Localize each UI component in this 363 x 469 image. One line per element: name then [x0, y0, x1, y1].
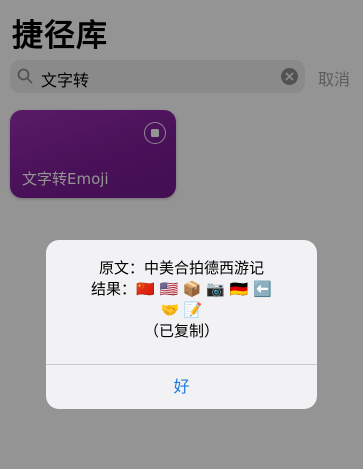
alert-result-text: 结果：🇨🇳 🇺🇸 📦 📷 🇩🇪 ⬅️	[91, 280, 272, 298]
alert-dialog: 原文：中美合拍德西游记 结果：🇨🇳 🇺🇸 📦 📷 🇩🇪 ⬅️ 🤝 📝 （已复制）…	[46, 240, 317, 409]
ok-button[interactable]: 好	[46, 365, 317, 409]
alert-message: 原文：中美合拍德西游记 结果：🇨🇳 🇺🇸 📦 📷 🇩🇪 ⬅️ 🤝 📝 （已复制）	[46, 258, 317, 342]
alert-result-text-continued: 🤝 📝	[160, 301, 203, 319]
alert-original-text: 原文：中美合拍德西游记	[98, 259, 264, 277]
alert-copied-text: （已复制）	[143, 322, 219, 340]
